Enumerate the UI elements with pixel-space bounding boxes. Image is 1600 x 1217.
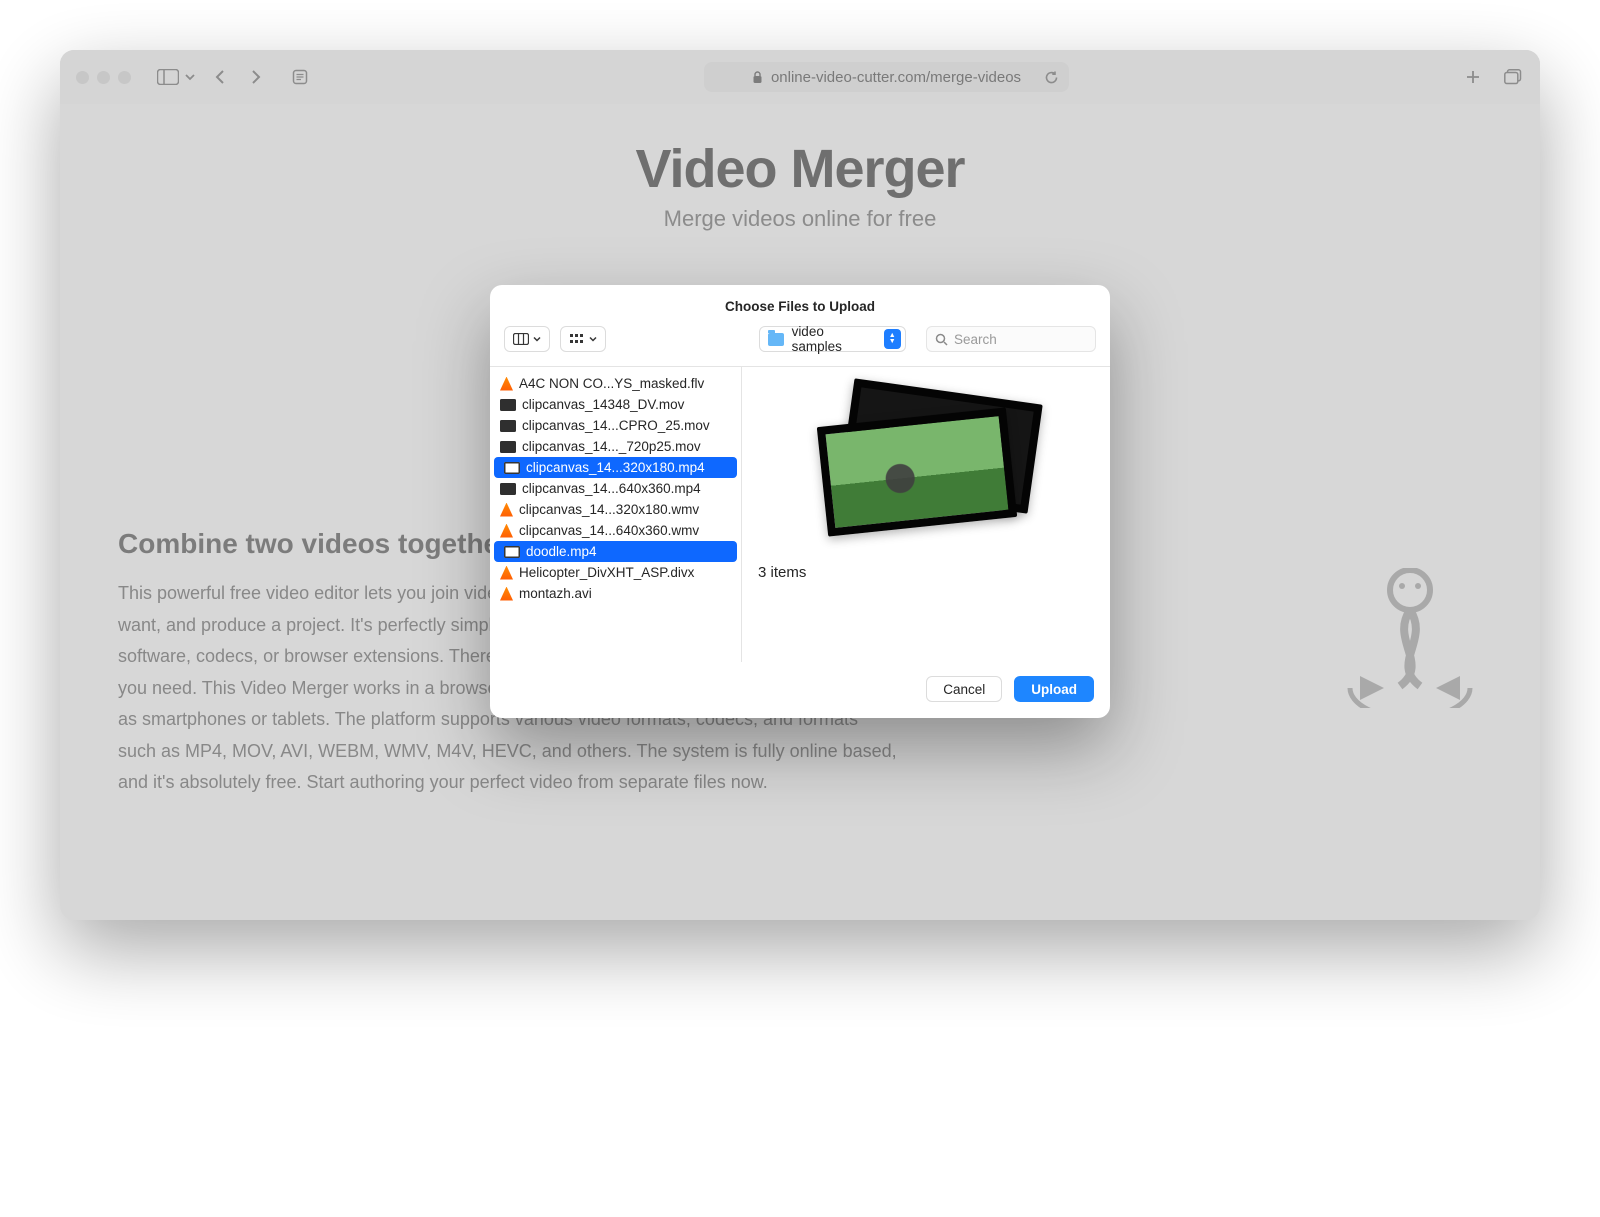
preview-thumbnails xyxy=(816,391,1036,546)
file-name: clipcanvas_14...320x180.wmv xyxy=(519,502,699,517)
video-file-icon xyxy=(500,420,516,432)
vlc-icon xyxy=(500,587,513,601)
file-row[interactable]: clipcanvas_14...CPRO_25.mov xyxy=(490,415,741,436)
file-row[interactable]: clipcanvas_14348_DV.mov xyxy=(490,394,741,415)
file-name: clipcanvas_14..._720p25.mov xyxy=(522,439,701,454)
file-row[interactable]: clipcanvas_14...320x180.wmv xyxy=(490,499,741,520)
file-open-dialog: Choose Files to Upload video samples ▲▼ xyxy=(490,285,1110,718)
forward-button[interactable] xyxy=(245,66,267,88)
search-placeholder: Search xyxy=(954,332,997,347)
file-name: clipcanvas_14348_DV.mov xyxy=(522,397,684,412)
address-bar-url: online-video-cutter.com/merge-videos xyxy=(771,69,1021,86)
preview-pane: 3 items xyxy=(742,367,1110,662)
file-row[interactable]: doodle.mp4 xyxy=(494,541,737,562)
file-row[interactable]: clipcanvas_14...640x360.wmv xyxy=(490,520,741,541)
file-row[interactable]: clipcanvas_14...320x180.mp4 xyxy=(494,457,737,478)
updown-chevron-icon: ▲▼ xyxy=(884,329,902,349)
chevron-down-icon xyxy=(185,72,195,82)
tabs-overview-button[interactable] xyxy=(1502,66,1524,88)
file-name: clipcanvas_14...320x180.mp4 xyxy=(526,460,705,475)
browser-toolbar: online-video-cutter.com/merge-videos xyxy=(60,50,1540,104)
search-icon xyxy=(935,333,948,346)
back-button[interactable] xyxy=(209,66,231,88)
safari-window: online-video-cutter.com/merge-videos Vid… xyxy=(60,50,1540,920)
file-name: montazh.avi xyxy=(519,586,592,601)
sidebar-toggle-group[interactable] xyxy=(157,69,195,85)
file-name: doodle.mp4 xyxy=(526,544,597,559)
site-settings-button[interactable] xyxy=(289,66,311,88)
preview-item-count: 3 items xyxy=(758,564,806,581)
video-file-icon xyxy=(500,399,516,411)
file-row[interactable]: Helicopter_DivXHT_ASP.divx xyxy=(490,562,741,583)
file-name: clipcanvas_14...640x360.mp4 xyxy=(522,481,701,496)
address-bar[interactable]: online-video-cutter.com/merge-videos xyxy=(704,62,1069,92)
file-row[interactable]: clipcanvas_14...640x360.mp4 xyxy=(490,478,741,499)
vlc-icon xyxy=(500,524,513,538)
close-window-button[interactable] xyxy=(76,71,89,84)
upload-button[interactable]: Upload xyxy=(1014,676,1094,702)
location-label: video samples xyxy=(792,324,876,354)
vlc-icon xyxy=(500,566,513,580)
file-row[interactable]: clipcanvas_14..._720p25.mov xyxy=(490,436,741,457)
chevron-down-icon xyxy=(533,335,541,343)
video-file-icon xyxy=(500,483,516,495)
view-columns-button[interactable] xyxy=(504,326,550,352)
folder-icon xyxy=(768,333,784,346)
page-subtitle: Merge videos online for free xyxy=(60,206,1540,232)
cancel-button[interactable]: Cancel xyxy=(926,676,1002,702)
video-file-icon xyxy=(504,546,520,558)
file-list[interactable]: A4C NON CO...YS_masked.flv clipcanvas_143… xyxy=(490,367,742,662)
vlc-icon xyxy=(500,377,513,391)
group-by-button[interactable] xyxy=(560,326,606,352)
file-name: Helicopter_DivXHT_ASP.divx xyxy=(519,565,694,580)
file-name: clipcanvas_14...CPRO_25.mov xyxy=(522,418,710,433)
video-file-icon xyxy=(500,441,516,453)
file-row[interactable]: montazh.avi xyxy=(490,583,741,604)
file-name: A4C NON CO...YS_masked.flv xyxy=(519,376,704,391)
search-field[interactable]: Search xyxy=(926,326,1096,352)
dialog-footer: Cancel Upload xyxy=(490,662,1110,718)
traffic-lights xyxy=(76,71,131,84)
preview-thumbnail xyxy=(817,407,1017,536)
decorative-graphic xyxy=(1330,568,1490,708)
file-row[interactable]: A4C NON CO...YS_masked.flv xyxy=(490,373,741,394)
vlc-icon xyxy=(500,503,513,517)
location-selector[interactable]: video samples ▲▼ xyxy=(759,326,906,352)
video-file-icon xyxy=(504,462,520,474)
minimize-window-button[interactable] xyxy=(97,71,110,84)
dialog-toolbar: video samples ▲▼ Search xyxy=(490,326,1110,366)
lock-icon xyxy=(752,71,763,84)
right-toolbar xyxy=(1462,66,1524,88)
page-title: Video Merger xyxy=(60,138,1540,200)
file-name: clipcanvas_14...640x360.wmv xyxy=(519,523,699,538)
dialog-title: Choose Files to Upload xyxy=(490,285,1110,326)
new-tab-button[interactable] xyxy=(1462,66,1484,88)
dialog-body: A4C NON CO...YS_masked.flv clipcanvas_143… xyxy=(490,366,1110,662)
zoom-window-button[interactable] xyxy=(118,71,131,84)
chevron-down-icon xyxy=(589,335,597,343)
reload-button[interactable] xyxy=(1044,70,1059,85)
